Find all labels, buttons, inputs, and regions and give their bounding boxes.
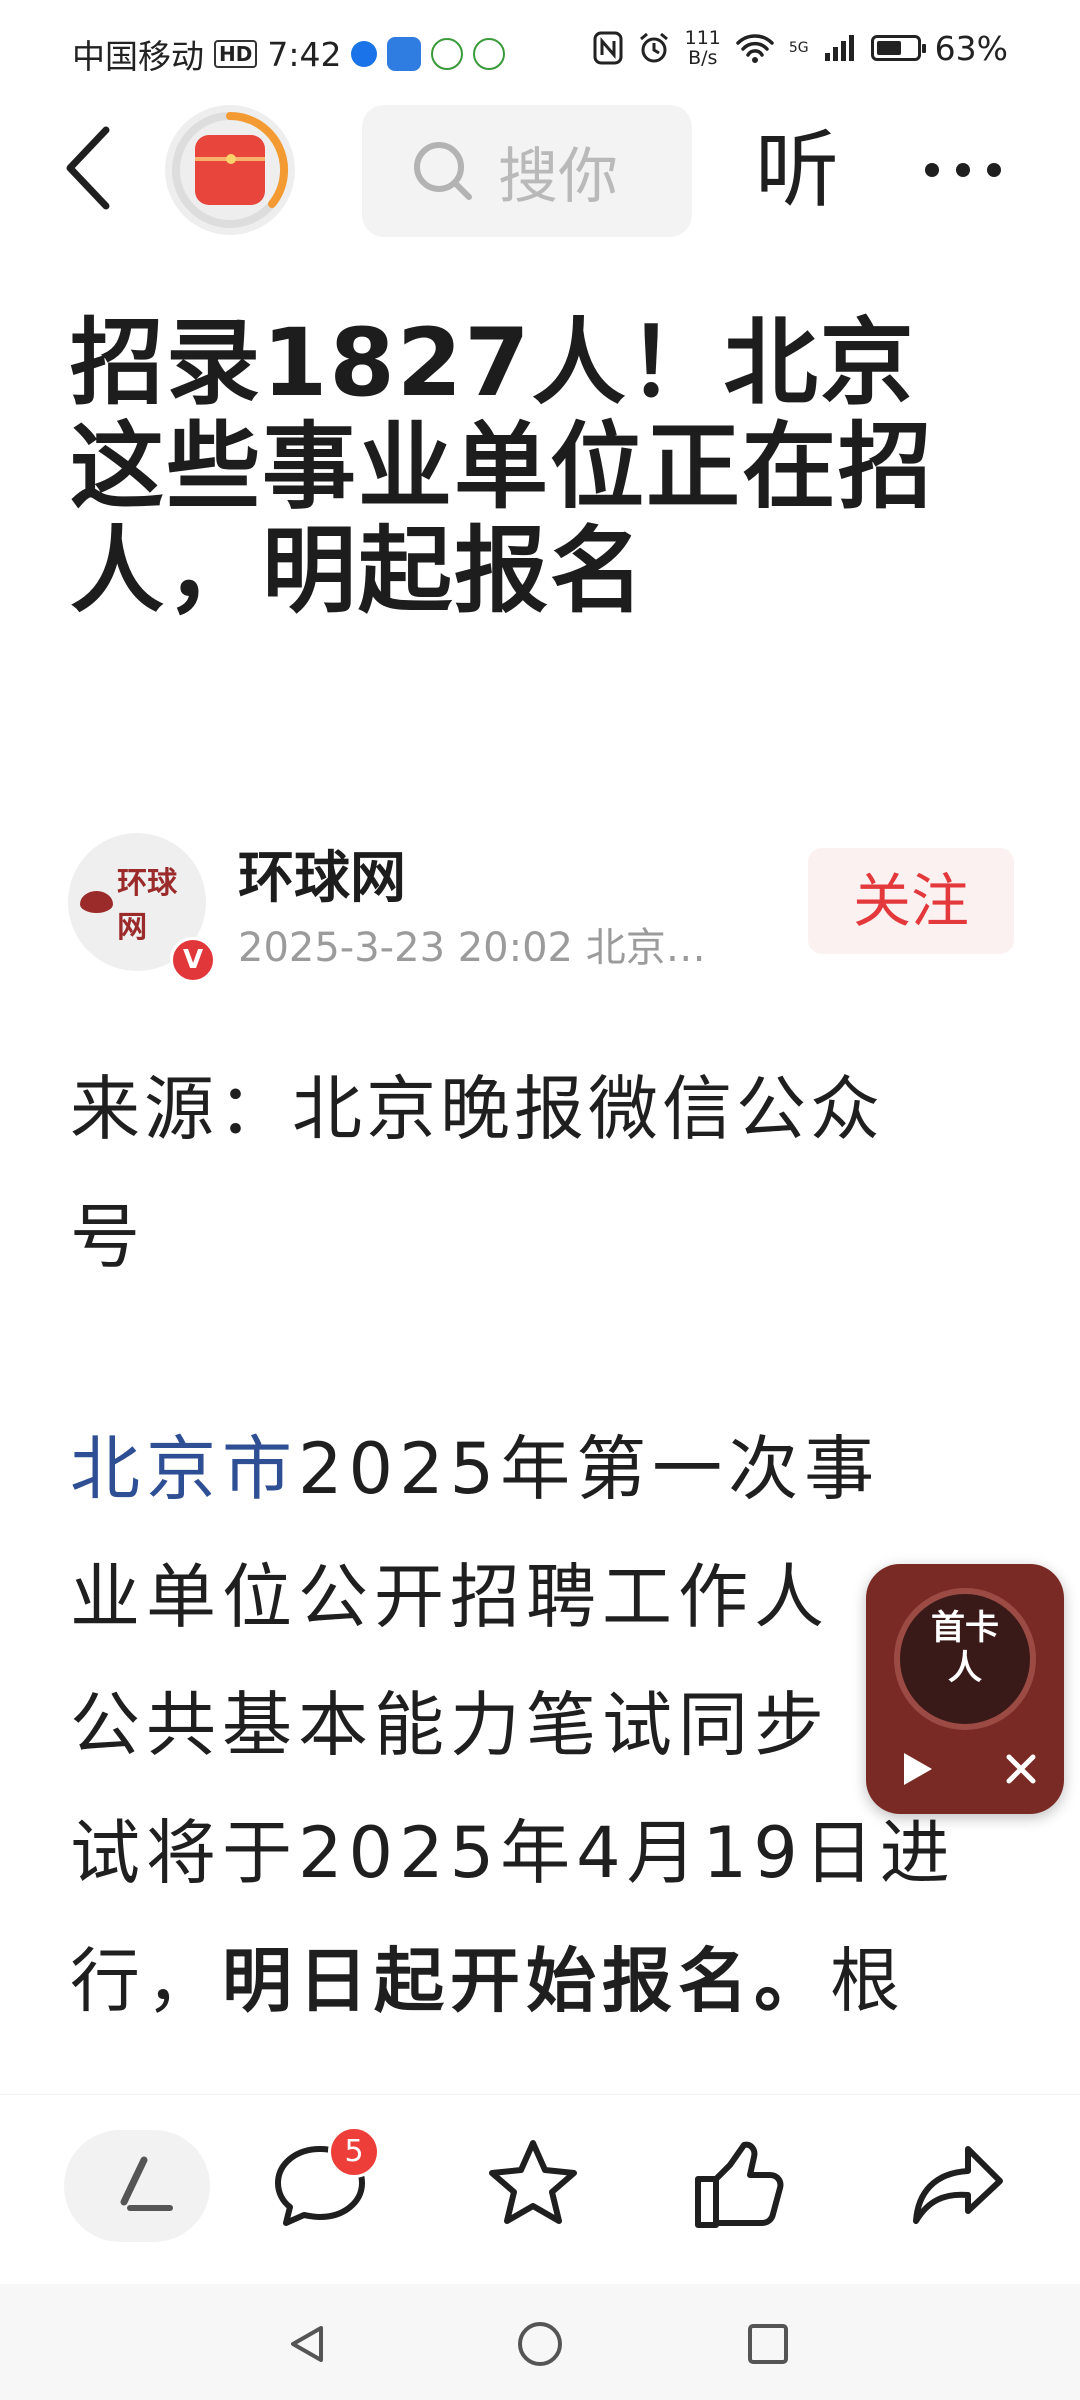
wifi-icon: [736, 34, 774, 63]
dot-icon: [956, 163, 970, 177]
location-link[interactable]: 北京市: [70, 1428, 298, 1510]
paragraph-text: 行，: [70, 1940, 222, 2022]
search-box[interactable]: 搜你: [362, 105, 692, 237]
app-notification-icon: [431, 38, 464, 70]
cover-text-line: 人: [948, 1648, 982, 1688]
comment-count-badge: 5: [328, 2126, 380, 2178]
system-navigation-bar: [0, 2284, 1080, 2400]
title-line: 招录1827人！北京: [70, 309, 916, 418]
audio-cover-text: 首卡 人: [910, 1608, 1020, 1688]
app-notification-icon: [351, 41, 378, 67]
author-logo: 环球网: [80, 866, 200, 945]
red-packet-icon: [195, 135, 265, 205]
title-line: 这些事业单位正在招: [70, 413, 935, 522]
back-arrow-icon: [66, 126, 110, 210]
article-title: 招录1827人！北京 这些事业单位正在招 人，明起报名: [70, 312, 1010, 624]
carrier-label: 中国移动: [72, 37, 204, 76]
nav-home-icon[interactable]: [516, 2320, 564, 2368]
publish-meta: 2025-3-23 20:02 北京…: [238, 925, 706, 971]
search-placeholder: 搜你: [498, 141, 618, 212]
dot-icon: [925, 163, 939, 177]
verified-badge: V: [170, 937, 216, 983]
status-right: 111 B/s 5G 63%: [593, 28, 1008, 68]
dot-icon: [987, 163, 1001, 177]
author-name[interactable]: 环球网: [238, 833, 406, 914]
signal-icon: [824, 35, 854, 61]
like-thumbs-up-icon[interactable]: [688, 2135, 788, 2235]
status-left: 中国移动 HD 7:42: [72, 30, 506, 78]
paragraph-line: 来源：北京晚报微信公众: [70, 1068, 884, 1150]
bold-text: 明日起开始报名。: [222, 1940, 830, 2022]
back-button[interactable]: [58, 118, 118, 218]
paragraph-text: 根: [830, 1940, 906, 2022]
more-options-button[interactable]: [925, 145, 1025, 195]
paragraph-line: 北京市2025年第一次事: [70, 1405, 1020, 1533]
net-speed-unit: B/s: [688, 47, 718, 69]
author-logo-text: 环球网: [117, 866, 178, 945]
close-icon[interactable]: [1004, 1752, 1038, 1786]
play-icon[interactable]: [896, 1749, 936, 1789]
search-icon: [414, 142, 472, 200]
paragraph-text: 2025年第一次事: [298, 1428, 881, 1510]
app-notification-icon: [387, 37, 422, 71]
logo-mark-icon: [80, 891, 114, 913]
net-speed: 111 B/s: [685, 28, 721, 68]
net-speed-value: 111: [684, 27, 721, 49]
paragraph-line: 号: [70, 1196, 144, 1278]
signal-label: 5G: [788, 40, 809, 56]
favorite-star-icon[interactable]: [483, 2135, 583, 2235]
alarm-icon: [639, 32, 668, 63]
red-packet-button[interactable]: [165, 105, 295, 235]
paragraph-line: 行，明日起开始报名。根: [70, 1917, 1020, 2045]
battery-icon: [870, 35, 926, 61]
listen-button[interactable]: 听: [755, 120, 839, 220]
share-icon[interactable]: [908, 2135, 1008, 2235]
battery-percent: 63%: [934, 28, 1008, 68]
audio-cover[interactable]: 首卡 人: [894, 1588, 1036, 1730]
hd-badge: HD: [214, 40, 258, 68]
title-line: 人，明起报名: [70, 517, 647, 626]
globe-icon: [473, 38, 506, 70]
follow-button[interactable]: 关注: [808, 848, 1014, 954]
source-paragraph: 来源：北京晚报微信公众 号: [70, 1045, 1020, 1301]
pen-icon: [120, 2156, 173, 2211]
nfc-icon: [593, 31, 623, 65]
status-bar: 中国移动 HD 7:42 111 B/s 5G 63%: [0, 0, 1080, 100]
cover-text-line: 首卡: [931, 1608, 999, 1648]
nav-back-icon[interactable]: [285, 2322, 329, 2366]
nav-recents-icon[interactable]: [746, 2322, 790, 2366]
clock: 7:42: [267, 34, 342, 74]
floating-audio-player[interactable]: 首卡 人: [866, 1564, 1064, 1814]
write-comment-button[interactable]: [64, 2130, 210, 2242]
paragraph-line: 试将于2025年4月19日进: [70, 1812, 956, 1894]
